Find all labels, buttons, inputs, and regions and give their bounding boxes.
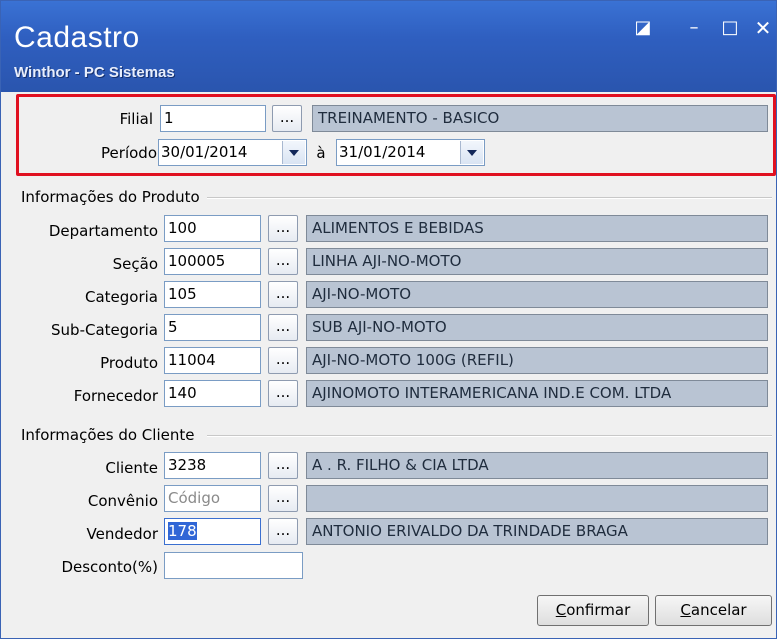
vendedor-lookup-button[interactable]: ...	[268, 518, 298, 545]
cliente-field[interactable]: 3238	[164, 452, 261, 479]
convenio-field[interactable]: Código	[164, 485, 261, 512]
categoria-lookup-button[interactable]: ...	[268, 281, 298, 308]
restore-icon[interactable]: ◪	[632, 17, 654, 39]
vendedor-selected-text: 178	[168, 522, 197, 540]
period-start-value: 30/01/2014	[161, 143, 248, 161]
confirmar-label: onfirmar	[566, 601, 631, 619]
subcategoria-label: Sub-Categoria	[51, 321, 158, 339]
secao-lookup-button[interactable]: ...	[268, 248, 298, 275]
desconto-label: Desconto(%)	[61, 558, 158, 576]
close-icon[interactable]: ✕	[752, 17, 774, 39]
secao-label: Seção	[112, 255, 158, 273]
minimize-icon[interactable]: –	[683, 17, 705, 39]
subcategoria-field[interactable]: 5	[164, 314, 261, 341]
produto-lookup-button[interactable]: ...	[268, 347, 298, 374]
filial-description: TREINAMENTO - BASICO	[312, 105, 768, 132]
fornecedor-lookup-button[interactable]: ...	[268, 380, 298, 407]
departamento-lookup-button[interactable]: ...	[268, 215, 298, 242]
periodo-label: Período	[101, 144, 157, 162]
categoria-label: Categoria	[84, 288, 158, 306]
period-end-value: 31/01/2014	[339, 143, 426, 161]
desconto-field[interactable]	[164, 552, 303, 579]
cancelar-accel: C	[680, 601, 691, 619]
maximize-icon[interactable]: □	[719, 17, 741, 39]
group-divider	[207, 435, 772, 437]
fornecedor-field[interactable]: 140	[164, 380, 261, 407]
convenio-description	[306, 485, 768, 512]
filial-field[interactable]: 1	[160, 105, 266, 132]
cliente-lookup-button[interactable]: ...	[268, 452, 298, 479]
vendedor-field[interactable]: 178	[164, 518, 261, 545]
filial-lookup-button[interactable]: ...	[272, 105, 302, 132]
departamento-label: Departamento	[48, 222, 158, 240]
confirmar-button[interactable]: Confirmar	[537, 595, 649, 626]
produto-description: AJI-NO-MOTO 100G (REFIL)	[306, 347, 768, 374]
secao-field[interactable]: 100005	[164, 248, 261, 275]
subcategoria-lookup-button[interactable]: ...	[268, 314, 298, 341]
cancelar-label: ancelar	[690, 601, 747, 619]
period-separator: à	[316, 144, 326, 162]
chevron-down-icon[interactable]	[460, 141, 483, 164]
vendedor-label: Vendedor	[86, 525, 158, 543]
filial-label: Filial	[119, 110, 153, 128]
produto-group-title: Informações do Produto	[21, 188, 200, 206]
categoria-description: AJI-NO-MOTO	[306, 281, 768, 308]
cliente-description: A . R. FILHO & CIA LTDA	[306, 452, 768, 479]
chevron-down-icon[interactable]	[282, 141, 305, 164]
produto-field[interactable]: 11004	[164, 347, 261, 374]
period-end-date-picker[interactable]: 31/01/2014	[336, 139, 485, 166]
cliente-group-title: Informações do Cliente	[21, 426, 195, 444]
fornecedor-description: AJINOMOTO INTERAMERICANA IND.E COM. LTDA	[306, 380, 768, 407]
cadastro-window: Cadastro Winthor - PC Sistemas ◪ – □ ✕ F…	[0, 0, 777, 639]
departamento-description: ALIMENTOS E BEBIDAS	[306, 215, 768, 242]
produto-label: Produto	[100, 354, 158, 372]
window-subtitle: Winthor - PC Sistemas	[14, 64, 175, 81]
convenio-label: Convênio	[87, 492, 158, 510]
title-bar[interactable]: Cadastro Winthor - PC Sistemas ◪ – □ ✕	[1, 1, 776, 92]
departamento-field[interactable]: 100	[164, 215, 261, 242]
cliente-label: Cliente	[105, 459, 158, 477]
period-start-date-picker[interactable]: 30/01/2014	[158, 139, 307, 166]
confirmar-accel: C	[555, 601, 567, 619]
categoria-field[interactable]: 105	[164, 281, 261, 308]
secao-description: LINHA AJI-NO-MOTO	[306, 248, 768, 275]
vendedor-description: ANTONIO ERIVALDO DA TRINDADE BRAGA	[306, 518, 768, 545]
cancelar-button[interactable]: Cancelar	[655, 595, 772, 626]
window-title: Cadastro	[14, 21, 140, 54]
group-divider	[207, 197, 772, 199]
convenio-lookup-button[interactable]: ...	[268, 485, 298, 512]
fornecedor-label: Fornecedor	[73, 387, 158, 405]
subcategoria-description: SUB AJI-NO-MOTO	[306, 314, 768, 341]
